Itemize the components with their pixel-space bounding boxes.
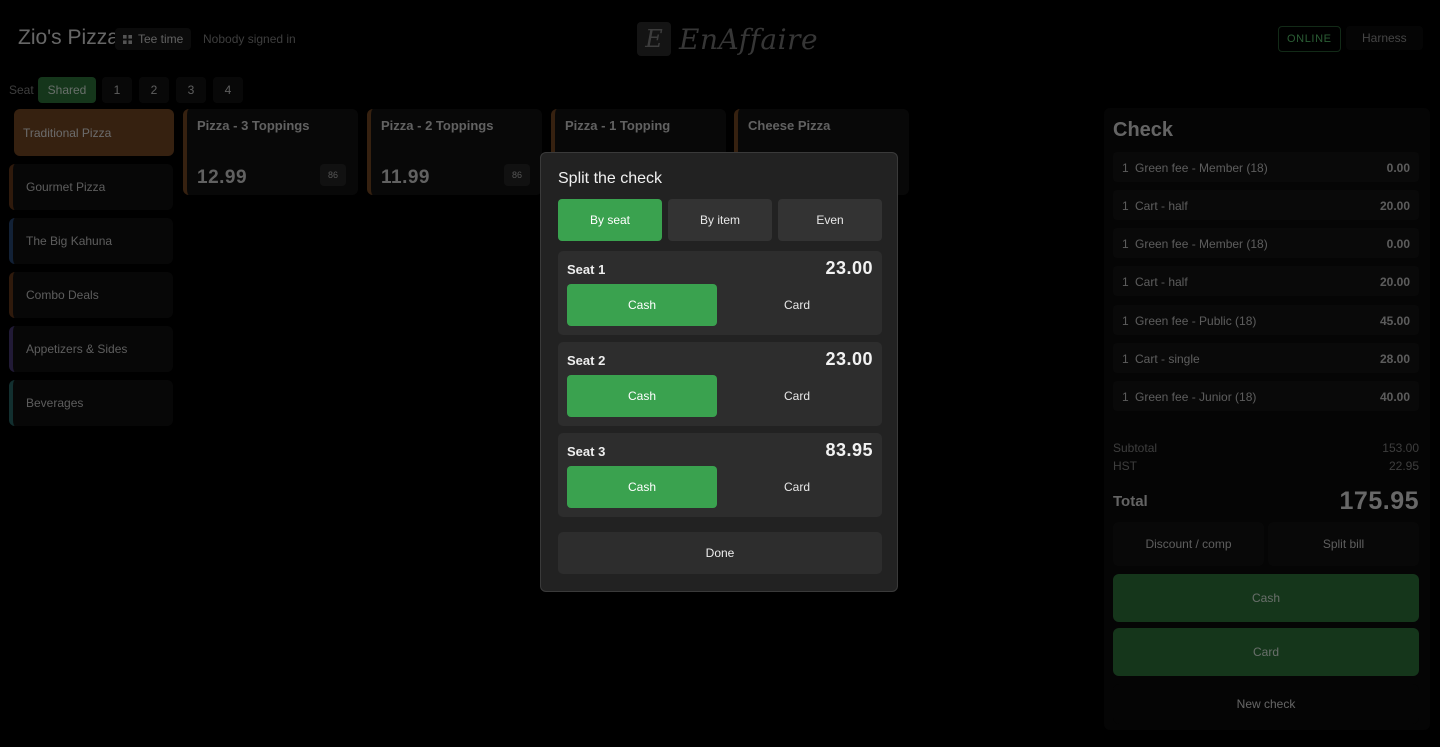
line-name: Green fee - Junior (18) (1135, 390, 1257, 404)
check-line[interactable]: 1 Green fee - Member (18) 0.00 (1113, 152, 1419, 182)
seat-4-button[interactable]: 4 (213, 77, 243, 103)
seat-amount: 23.00 (825, 258, 873, 278)
menu-item-name: Pizza - 2 Toppings (381, 118, 494, 133)
seat-split-card: Seat 2 23.00 Cash Card (558, 342, 882, 426)
menu-item-price: 11.99 (381, 167, 430, 188)
category-traditional-pizza[interactable]: Traditional Pizza (14, 109, 174, 156)
restaurant-name: Zio's Pizza (18, 26, 119, 49)
signed-in-status: Nobody signed in (203, 32, 296, 46)
line-name: Cart - half (1135, 199, 1188, 213)
line-price: 20.00 (1379, 275, 1410, 289)
user-button[interactable]: Harness (1346, 26, 1423, 50)
line-name: Cart - half (1135, 275, 1188, 289)
line-price: 20.00 (1379, 199, 1410, 213)
line-name: Green fee - Member (18) (1135, 237, 1268, 251)
header: Zio's Pizza Tee time Nobody signed in E … (0, 0, 1440, 72)
seat-card-button[interactable]: Card (721, 284, 873, 326)
seat-cash-button[interactable]: Cash (567, 466, 717, 508)
check-line[interactable]: 1 Green fee - Junior (18) 40.00 (1113, 381, 1419, 411)
seat-cash-button[interactable]: Cash (567, 284, 717, 326)
logo-mark: E (637, 22, 671, 56)
seat-name: Seat 2 (567, 353, 606, 368)
tee-time-label: Tee time (138, 32, 184, 46)
tab-by-item[interactable]: By item (668, 199, 772, 241)
category-big-kahuna[interactable]: The Big Kahuna (9, 218, 173, 264)
new-check-button[interactable]: New check (1113, 684, 1419, 724)
tab-even[interactable]: Even (778, 199, 882, 241)
dialog-title: Split the check (558, 170, 663, 187)
line-qty: 1 (1122, 314, 1129, 328)
line-qty: 1 (1122, 390, 1129, 404)
subtotal-value: 153.00 (1382, 441, 1419, 455)
total-label: Total (1113, 493, 1148, 510)
tee-time-button[interactable]: Tee time (115, 28, 192, 50)
seat-card-button[interactable]: Card (721, 466, 873, 508)
seat-label: Seat (9, 83, 34, 97)
tax-label: HST (1113, 459, 1137, 473)
check-line[interactable]: 1 Cart - single 28.00 (1113, 343, 1419, 373)
seat-cash-button[interactable]: Cash (567, 375, 717, 417)
online-status-badge: ONLINE (1278, 26, 1341, 52)
tab-by-seat[interactable]: By seat (558, 199, 662, 241)
menu-item-name: Cheese Pizza (748, 118, 831, 133)
seat-card-button[interactable]: Card (721, 375, 873, 417)
menu-item-badge: 86 (320, 164, 346, 186)
check-line[interactable]: 1 Cart - half 20.00 (1113, 266, 1419, 296)
line-price: 28.00 (1379, 352, 1410, 366)
discount-button[interactable]: Discount / comp (1113, 522, 1264, 566)
seat-1-button[interactable]: 1 (102, 77, 132, 103)
pay-card-button[interactable]: Card (1113, 628, 1419, 676)
seat-name: Seat 3 (567, 444, 606, 459)
seat-split-card: Seat 1 23.00 Cash Card (558, 251, 882, 335)
category-combo-deals[interactable]: Combo Deals (9, 272, 173, 318)
pay-cash-button[interactable]: Cash (1113, 574, 1419, 622)
tax-row: HST 22.95 (1113, 459, 1419, 473)
category-beverages[interactable]: Beverages (9, 380, 173, 426)
line-qty: 1 (1122, 199, 1129, 213)
tax-value: 22.95 (1388, 459, 1419, 473)
logo-text: EnAffaire (679, 22, 819, 56)
subtotal-label: Subtotal (1113, 441, 1158, 455)
menu-item[interactable]: Pizza - 2 Toppings 11.99 86 (367, 109, 542, 195)
menu-item-price: 12.99 (197, 167, 248, 188)
line-price: 0.00 (1386, 161, 1410, 175)
line-name: Green fee - Public (18) (1135, 314, 1257, 328)
line-price: 0.00 (1386, 237, 1410, 251)
done-button[interactable]: Done (558, 532, 882, 574)
seat-3-button[interactable]: 3 (176, 77, 206, 103)
seat-name: Seat 1 (567, 262, 606, 277)
line-qty: 1 (1122, 237, 1129, 251)
seat-amount: 83.95 (825, 440, 873, 460)
line-name: Green fee - Member (18) (1135, 161, 1268, 175)
category-gourmet-pizza[interactable]: Gourmet Pizza (9, 164, 173, 210)
check-line[interactable]: 1 Green fee - Member (18) 0.00 (1113, 228, 1419, 258)
seat-amount: 23.00 (825, 349, 873, 369)
menu-item[interactable]: Pizza - 3 Toppings 12.99 86 (183, 109, 358, 195)
seat-shared-button[interactable]: Shared (38, 77, 96, 103)
check-line[interactable]: 1 Cart - half 20.00 (1113, 190, 1419, 220)
menu-item-name: Pizza - 3 Toppings (197, 118, 310, 133)
line-qty: 1 (1122, 352, 1129, 366)
category-appetizers-sides[interactable]: Appetizers & Sides (9, 326, 173, 372)
seat-2-button[interactable]: 2 (139, 77, 169, 103)
line-price: 45.00 (1379, 314, 1410, 328)
split-bill-button[interactable]: Split bill (1268, 522, 1419, 566)
check-line[interactable]: 1 Green fee - Public (18) 45.00 (1113, 305, 1419, 335)
check-title: Check (1113, 119, 1174, 141)
menu-item-name: Pizza - 1 Topping (565, 118, 671, 133)
line-qty: 1 (1122, 161, 1129, 175)
line-price: 40.00 (1379, 390, 1410, 404)
subtotal-row: Subtotal 153.00 (1113, 441, 1419, 455)
line-qty: 1 (1122, 275, 1129, 289)
total-value: 175.95 (1339, 487, 1419, 515)
menu-item-badge: 86 (504, 164, 530, 186)
grid-icon (123, 34, 132, 44)
line-name: Cart - single (1135, 352, 1200, 366)
logo: E EnAffaire (637, 22, 818, 56)
seat-split-card: Seat 3 83.95 Cash Card (558, 433, 882, 517)
